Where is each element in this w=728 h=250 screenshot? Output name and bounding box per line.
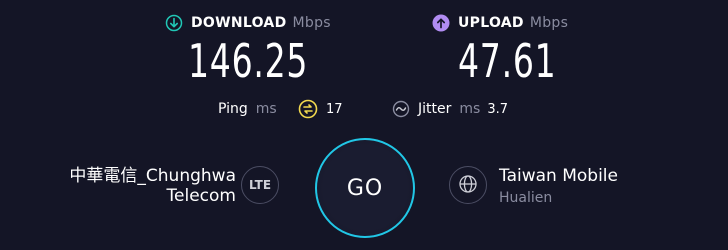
download-unit: Mbps	[292, 15, 331, 31]
isp-name-line1: 中華電信_Chunghwa	[69, 166, 236, 186]
download-label: DOWNLOAD	[191, 15, 287, 31]
ping-group: Ping ms	[218, 101, 277, 117]
upload-unit: Mbps	[529, 15, 569, 31]
ping-label: Ping	[218, 101, 248, 117]
connection-type-label: LTE	[248, 178, 272, 192]
upload-speed-value: 47.61	[458, 34, 557, 88]
ping-icon	[298, 99, 318, 123]
connection-type-badge: LTE	[241, 166, 279, 204]
server-info: Taiwan Mobile Hualien	[499, 166, 618, 206]
download-speed-value: 146.25	[188, 34, 309, 88]
ping-unit: ms	[255, 101, 277, 117]
download-header: DOWNLOAD Mbps	[165, 14, 331, 32]
jitter-value: 3.7	[487, 101, 508, 117]
isp-info: 中華電信_Chunghwa Telecom	[36, 166, 236, 206]
change-server-button[interactable]	[449, 166, 487, 204]
server-location: Hualien	[499, 190, 553, 206]
download-arrow-icon	[165, 14, 183, 32]
jitter-group: Jitter ms 3.7	[418, 101, 508, 117]
server-name: Taiwan Mobile	[499, 166, 618, 186]
jitter-label: Jitter	[418, 101, 452, 117]
upload-label: UPLOAD	[458, 15, 524, 31]
upload-arrow-icon	[432, 14, 450, 32]
jitter-icon	[392, 100, 410, 122]
globe-icon	[458, 174, 478, 197]
jitter-unit: ms	[459, 101, 481, 117]
upload-header: UPLOAD Mbps	[432, 14, 568, 32]
isp-name-line2: Telecom	[166, 186, 236, 206]
go-button[interactable]: GO	[315, 138, 415, 238]
ping-value: 17	[326, 102, 343, 117]
go-button-label: GO	[346, 175, 384, 201]
